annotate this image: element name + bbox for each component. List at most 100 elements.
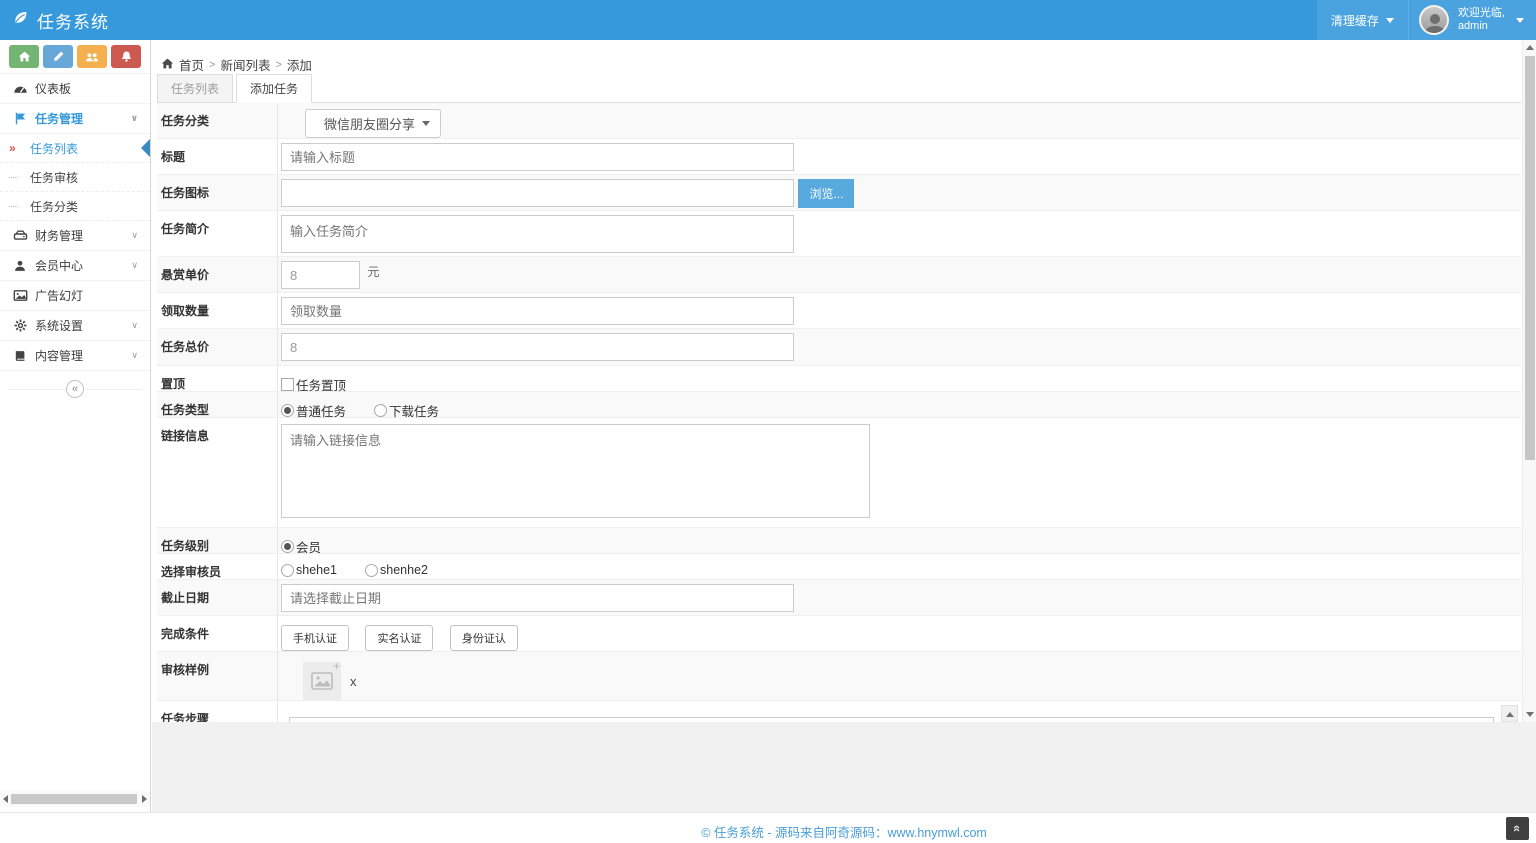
copyright-text[interactable]: © 任务系统 - 源码来自阿奇源码：www.hnymwl.com bbox=[152, 822, 1536, 841]
sidebar-item-label: 广告幻灯 bbox=[35, 287, 83, 304]
reviewer-shehe1-radio[interactable] bbox=[281, 564, 294, 577]
radio-label: shenhe2 bbox=[380, 563, 428, 577]
title-input[interactable] bbox=[281, 143, 794, 171]
image-upload-placeholder[interactable]: + bbox=[303, 662, 341, 700]
gear-icon bbox=[13, 318, 35, 333]
field-label: 完成条件 bbox=[157, 616, 278, 651]
header-spacer bbox=[150, 0, 1317, 40]
inner-scroll-up-button[interactable] bbox=[1501, 705, 1518, 722]
active-marker-icon: » bbox=[8, 141, 17, 155]
chevron-down-icon: ∨ bbox=[131, 320, 138, 331]
member-level-radio[interactable] bbox=[281, 540, 294, 553]
double-angle-up-icon: « bbox=[1510, 825, 1525, 832]
sidebar-item-label: 系统设置 bbox=[35, 317, 83, 334]
sidebar-item-content-management[interactable]: 内容管理 ∨ bbox=[0, 341, 150, 371]
field-label: 任务图标 bbox=[157, 175, 278, 210]
field-label: 任务步骤 bbox=[157, 701, 278, 722]
main-content: 首页 > 新闻列表 > 添加 任务列表 添加任务 任务分类 微信朋友圈分享 标题 bbox=[152, 40, 1522, 722]
clear-cache-dropdown[interactable]: 清理缓存 bbox=[1317, 0, 1408, 40]
sidebar-item-dashboard[interactable]: 仪表板 bbox=[0, 74, 150, 104]
tab-add-task[interactable]: 添加任务 bbox=[236, 74, 312, 103]
sidebar-item-label: 内容管理 bbox=[35, 347, 83, 364]
link-info-textarea[interactable] bbox=[281, 424, 870, 518]
sidebar-item-task-review[interactable]: 任务审核 bbox=[0, 163, 150, 192]
form-row-intro: 任务简介 bbox=[157, 211, 1521, 257]
task-category-select[interactable]: 微信朋友圈分享 bbox=[305, 109, 441, 138]
users-button[interactable] bbox=[77, 45, 107, 68]
sidebar-item-label: 任务管理 bbox=[35, 110, 83, 127]
id-verify-button[interactable]: 身份证认 bbox=[450, 625, 518, 651]
breadcrumb-news-list[interactable]: 新闻列表 bbox=[220, 55, 270, 74]
sidebar-item-task-list[interactable]: » 任务列表 bbox=[0, 134, 150, 163]
leaf-icon bbox=[12, 9, 29, 31]
phone-verify-button[interactable]: 手机认证 bbox=[281, 625, 349, 651]
remove-sample-label[interactable]: x bbox=[350, 674, 357, 689]
task-icon-file-input[interactable] bbox=[281, 179, 794, 207]
scroll-up-icon bbox=[1506, 712, 1514, 717]
deadline-input[interactable] bbox=[281, 584, 794, 612]
plus-icon: + bbox=[333, 659, 340, 673]
normal-task-radio[interactable] bbox=[281, 404, 294, 417]
reviewer-shenhe2-radio[interactable] bbox=[365, 564, 378, 577]
select-value: 微信朋友圈分享 bbox=[324, 114, 415, 133]
form-row-category: 任务分类 微信朋友圈分享 bbox=[157, 103, 1521, 139]
scroll-right-icon[interactable] bbox=[142, 795, 147, 803]
sidebar-item-label: 任务分类 bbox=[30, 198, 78, 215]
sidebar-item-task-management[interactable]: 任务管理 ∨ bbox=[0, 104, 150, 134]
scrollbar-thumb[interactable] bbox=[11, 794, 137, 804]
field-label: 链接信息 bbox=[157, 418, 278, 527]
sidebar-collapse-button[interactable]: « bbox=[66, 380, 84, 398]
sidebar-item-ad-slides[interactable]: 广告幻灯 bbox=[0, 281, 150, 311]
form-row-total-price: 任务总价 bbox=[157, 329, 1521, 366]
select-caret-icon bbox=[422, 121, 430, 126]
book-icon bbox=[13, 349, 35, 363]
content-vertical-scrollbar[interactable] bbox=[1522, 40, 1536, 722]
edit-button[interactable] bbox=[43, 45, 73, 68]
claim-count-input[interactable] bbox=[281, 297, 794, 325]
chevron-down-icon: ∨ bbox=[131, 350, 138, 361]
home-icon bbox=[18, 50, 31, 63]
notifications-button[interactable] bbox=[111, 45, 141, 68]
user-menu[interactable]: 欢迎光临, admin bbox=[1409, 0, 1536, 40]
pencil-icon bbox=[52, 50, 65, 63]
sidebar-item-task-category[interactable]: 任务分类 bbox=[0, 192, 150, 221]
add-task-form: 任务分类 微信朋友圈分享 标题 任务图标 浏览... 任务简介 bbox=[157, 103, 1521, 722]
welcome-line1: 欢迎光临, bbox=[1458, 7, 1505, 20]
chevron-down-icon: ∨ bbox=[131, 230, 138, 241]
gauge-icon bbox=[13, 81, 35, 96]
home-button[interactable] bbox=[9, 45, 39, 68]
scroll-up-icon[interactable] bbox=[1526, 45, 1534, 50]
caret-down-icon bbox=[1516, 18, 1524, 23]
reward-unit-price-input[interactable] bbox=[281, 261, 360, 289]
breadcrumb-home[interactable]: 首页 bbox=[179, 55, 204, 74]
tab-task-list[interactable]: 任务列表 bbox=[157, 74, 233, 103]
sidebar-menu: 仪表板 任务管理 ∨ » 任务列表 任务审核 任务分类 bbox=[0, 73, 150, 371]
sidebar-item-finance[interactable]: 财务管理 ∨ bbox=[0, 221, 150, 251]
form-row-task-level: 任务级别 会员 bbox=[157, 528, 1521, 554]
back-to-top-button[interactable]: « bbox=[1506, 817, 1529, 840]
scrollbar-thumb[interactable] bbox=[1525, 56, 1535, 460]
pin-checkbox[interactable] bbox=[281, 378, 294, 391]
scroll-down-icon[interactable] bbox=[1526, 712, 1534, 717]
realname-verify-button[interactable]: 实名认证 bbox=[365, 625, 433, 651]
browse-button[interactable]: 浏览... bbox=[798, 179, 854, 208]
task-intro-textarea[interactable] bbox=[281, 215, 794, 253]
app-logo[interactable]: 任务系统 bbox=[0, 0, 150, 40]
radio-label: shehe1 bbox=[296, 563, 337, 577]
sidebar-item-members[interactable]: 会员中心 ∨ bbox=[0, 251, 150, 281]
chevron-down-icon: ∨ bbox=[131, 113, 138, 124]
drive-icon bbox=[13, 228, 35, 243]
bell-icon bbox=[120, 50, 133, 63]
field-label: 任务级别 bbox=[157, 528, 278, 553]
download-task-radio[interactable] bbox=[374, 404, 387, 417]
submenu-dash-icon bbox=[9, 206, 18, 207]
field-label: 选择审核员 bbox=[157, 554, 278, 579]
task-total-price-input[interactable] bbox=[281, 333, 794, 361]
user-icon bbox=[13, 259, 35, 273]
welcome-username: admin bbox=[1458, 20, 1505, 33]
sidebar-item-system-settings[interactable]: 系统设置 ∨ bbox=[0, 311, 150, 341]
sidebar-horizontal-scrollbar[interactable] bbox=[0, 791, 150, 807]
app-header: 任务系统 清理缓存 欢迎光临, admin bbox=[0, 0, 1536, 40]
flag-icon bbox=[13, 111, 35, 126]
scroll-left-icon[interactable] bbox=[3, 795, 8, 803]
